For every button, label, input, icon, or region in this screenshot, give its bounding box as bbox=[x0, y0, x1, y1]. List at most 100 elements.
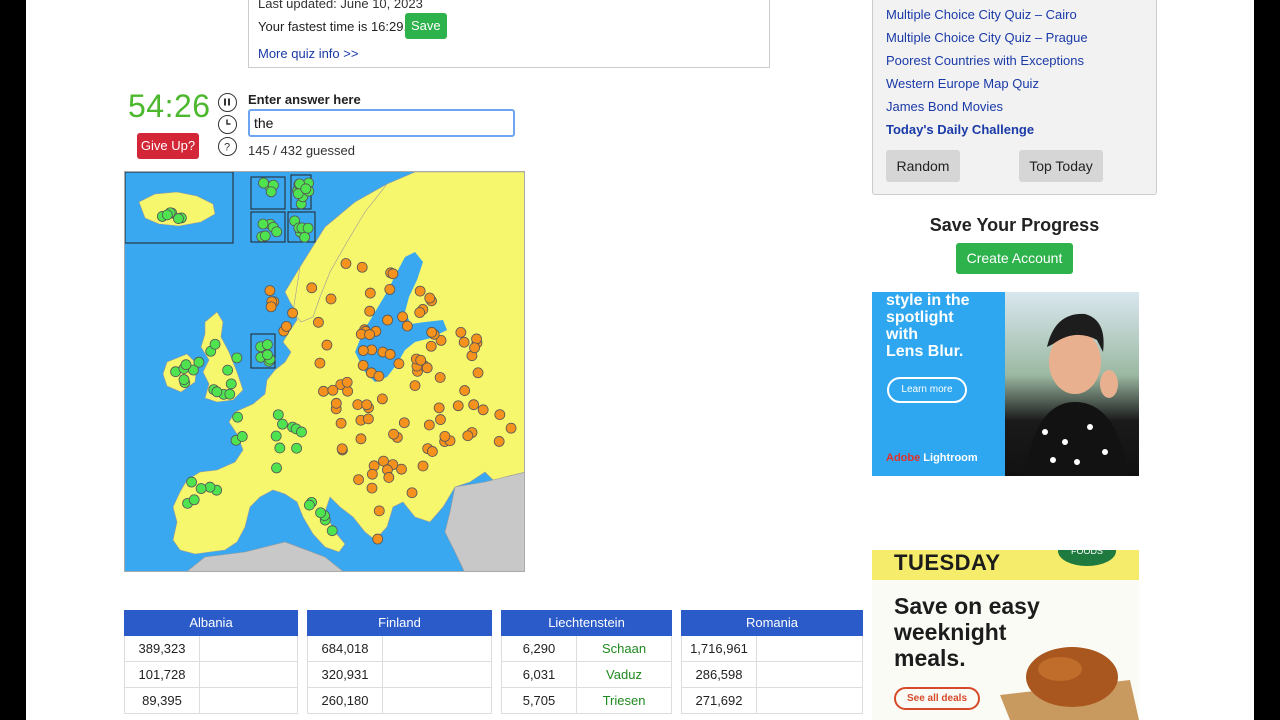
ad-learn-more-button[interactable]: Learn more bbox=[887, 377, 967, 403]
sidebar-link-cairo[interactable]: Multiple Choice City Quiz – Cairo bbox=[886, 7, 1077, 22]
city-marker-guessed bbox=[257, 218, 269, 230]
page: Last updated: June 10, 2023 Your fastest… bbox=[26, 0, 1254, 720]
city-marker-missing bbox=[383, 472, 395, 483]
ad-headline-line: with bbox=[886, 326, 918, 343]
city-marker-missing bbox=[366, 468, 378, 480]
sidebar-link-poorest-countries[interactable]: Poorest Countries with Exceptions bbox=[886, 53, 1084, 68]
europe-map-svg[interactable] bbox=[125, 172, 525, 572]
city-marker-guessed bbox=[224, 388, 236, 400]
city-cell: Triesen bbox=[602, 693, 646, 708]
fastest-time-text: Your fastest time is 16:29. bbox=[258, 19, 408, 34]
guessed-count: 145 / 432 guessed bbox=[248, 143, 355, 158]
city-marker-guessed bbox=[173, 213, 184, 224]
city-marker-guessed bbox=[271, 462, 282, 474]
city-marker-missing bbox=[287, 307, 299, 319]
sidebar-link-western-europe[interactable]: Western Europe Map Quiz bbox=[886, 76, 1039, 91]
city-cell: Vaduz bbox=[606, 667, 642, 682]
table-liechtenstein: Liechtenstein 6,290 Schaan 6,031 Vaduz 5,7… bbox=[501, 610, 672, 714]
ad-whole-foods[interactable]: TUESDAY FOODS Save on easy weeknight mea… bbox=[872, 550, 1139, 720]
city-marker-missing bbox=[382, 314, 393, 326]
adobe-logo-text: Adobe bbox=[886, 452, 921, 464]
city-marker-missing bbox=[415, 354, 427, 366]
table-row: 320,931 bbox=[307, 662, 492, 688]
city-marker-missing bbox=[425, 340, 437, 352]
city-marker-missing bbox=[423, 419, 435, 431]
sidebar-link-prague[interactable]: Multiple Choice City Quiz – Prague bbox=[886, 30, 1088, 45]
city-marker-guessed bbox=[259, 230, 271, 242]
sidebar-link-james-bond[interactable]: James Bond Movies bbox=[886, 99, 1003, 114]
city-marker-missing bbox=[321, 339, 333, 351]
daily-challenge-link[interactable]: Today's Daily Challenge bbox=[886, 122, 1034, 137]
ad-headline-line: style in the bbox=[886, 292, 970, 309]
city-marker-missing bbox=[397, 311, 408, 323]
table-row: 101,728 bbox=[124, 662, 298, 688]
save-progress-heading: Save Your Progress bbox=[929, 215, 1100, 235]
city-marker-missing bbox=[325, 293, 337, 305]
city-marker-guessed bbox=[211, 386, 223, 398]
city-marker-missing bbox=[472, 367, 484, 379]
answer-input[interactable] bbox=[248, 109, 515, 137]
city-marker-missing bbox=[265, 301, 277, 313]
table-row: 6,031 Vaduz bbox=[501, 662, 672, 688]
city-marker-guessed bbox=[291, 442, 302, 454]
save-time-button[interactable]: Save bbox=[405, 13, 447, 39]
city-cell bbox=[383, 636, 491, 661]
city-marker-missing bbox=[494, 409, 506, 421]
city-marker-missing bbox=[357, 359, 369, 371]
city-marker-missing bbox=[409, 380, 421, 391]
city-marker-guessed bbox=[186, 476, 197, 488]
city-marker-missing bbox=[384, 348, 396, 360]
city-marker-missing bbox=[393, 358, 405, 370]
city-marker-guessed bbox=[326, 525, 338, 537]
quiz-info-box: Last updated: June 10, 2023 Your fastest… bbox=[248, 0, 770, 68]
city-cell bbox=[757, 662, 862, 687]
pause-icon[interactable] bbox=[218, 93, 237, 112]
city-marker-guessed bbox=[302, 222, 314, 234]
city-marker-missing bbox=[455, 327, 467, 338]
city-marker-guessed bbox=[303, 499, 315, 511]
top-today-button[interactable]: Top Today bbox=[1019, 150, 1103, 182]
population-cell: 320,931 bbox=[308, 662, 383, 687]
city-marker-guessed bbox=[271, 226, 283, 238]
give-up-button[interactable]: Give Up? bbox=[137, 133, 199, 159]
city-cell bbox=[200, 662, 297, 687]
city-marker-missing bbox=[366, 482, 378, 494]
city-marker-missing bbox=[356, 261, 368, 273]
ad-lightroom[interactable]: style in the spotlight with Lens Blur. L… bbox=[872, 292, 1139, 476]
population-cell: 101,728 bbox=[125, 662, 200, 687]
random-button[interactable]: Random bbox=[886, 150, 960, 182]
europe-map[interactable] bbox=[124, 171, 525, 572]
clock-icon[interactable] bbox=[218, 115, 237, 134]
see-all-deals-button[interactable]: See all deals bbox=[894, 687, 980, 710]
city-marker-missing bbox=[362, 413, 374, 425]
city-marker-guessed bbox=[265, 186, 277, 198]
ad-headline: style in the spotlight with Lens Blur. bbox=[886, 292, 970, 360]
more-quiz-info-link[interactable]: More quiz info >> bbox=[258, 46, 358, 61]
city-marker-missing bbox=[373, 505, 385, 517]
ad-headline-line: spotlight bbox=[886, 309, 954, 326]
related-quizzes-panel: Multiple Choice City Quiz – Cairo Multip… bbox=[872, 0, 1157, 195]
city-marker-missing bbox=[459, 385, 471, 396]
table-finland: Finland 684,018 320,931 260,180 bbox=[307, 610, 492, 714]
ad-copy-line: Save on easy bbox=[894, 593, 1040, 619]
city-cell bbox=[383, 688, 491, 713]
city-marker-missing bbox=[493, 436, 505, 447]
city-marker-guessed bbox=[262, 339, 273, 351]
ad-headline-line: Lens Blur. bbox=[886, 343, 964, 360]
city-marker-guessed bbox=[232, 411, 244, 423]
create-account-button[interactable]: Create Account bbox=[956, 243, 1073, 274]
city-cell bbox=[757, 636, 862, 661]
city-marker-missing bbox=[314, 357, 326, 369]
help-icon[interactable]: ? bbox=[218, 137, 237, 156]
city-cell bbox=[757, 688, 862, 713]
city-cell: Schaan bbox=[601, 641, 647, 656]
city-marker-missing bbox=[327, 384, 339, 396]
city-marker-guessed bbox=[272, 409, 284, 421]
ad-day-title: TUESDAY bbox=[894, 550, 1001, 575]
city-marker-guessed bbox=[188, 494, 200, 506]
city-marker-guessed bbox=[204, 481, 216, 493]
city-marker-missing bbox=[477, 404, 489, 416]
svg-text:?: ? bbox=[224, 142, 230, 154]
city-marker-missing bbox=[433, 402, 445, 414]
city-marker-missing bbox=[281, 320, 292, 332]
